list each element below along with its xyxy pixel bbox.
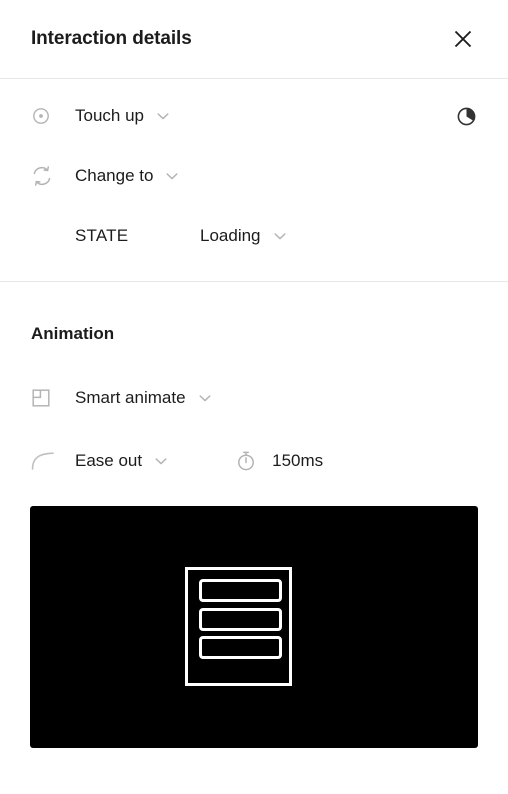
page-title: Interaction details (31, 28, 192, 49)
animation-type-dropdown[interactable]: Smart animate (61, 388, 213, 408)
destination-state-row: STATE Loading (31, 207, 477, 265)
wireframe-bar (199, 636, 282, 659)
chevron-down-icon (153, 453, 169, 469)
panel-header: Interaction details (0, 0, 508, 79)
animation-block: Animation Smart animate Ease out 150ms (0, 282, 508, 492)
state-label: STATE (75, 226, 129, 245)
trigger-label: Touch up (75, 106, 144, 125)
easing-label: Ease out (75, 451, 143, 470)
action-label: Change to (75, 166, 154, 185)
swap-cycle-icon (31, 165, 61, 187)
duration-field[interactable]: 150ms (235, 450, 323, 472)
animation-preview[interactable] (30, 506, 478, 748)
ease-curve-icon (31, 452, 61, 470)
interaction-block: Touch up Change to STATE Loading (0, 79, 508, 282)
wireframe-frame (185, 567, 292, 686)
animation-heading: Animation (31, 324, 115, 343)
interaction-details-panel: Interaction details Touch up Change to S… (0, 0, 508, 794)
easing-row: Ease out 150ms (31, 430, 477, 492)
action-dropdown[interactable]: Change to (61, 166, 180, 186)
trigger-dropdown[interactable]: Touch up (61, 106, 171, 126)
state-dropdown[interactable]: Loading (200, 226, 288, 246)
animation-type-label: Smart animate (75, 388, 186, 407)
tap-circle-icon (31, 106, 61, 126)
state-value: Loading (200, 226, 261, 245)
preview-section (0, 492, 508, 748)
close-icon[interactable] (446, 22, 480, 56)
duration-value: 150ms (272, 451, 324, 470)
wireframe-bar (199, 608, 282, 631)
animation-type-row: Smart animate (31, 366, 477, 430)
pie-timer-icon[interactable] (456, 106, 477, 127)
smart-animate-icon (31, 388, 61, 408)
chevron-down-icon (164, 168, 180, 184)
action-row: Change to (31, 145, 477, 207)
easing-dropdown[interactable]: Ease out (61, 451, 169, 471)
wireframe-bar (199, 579, 282, 602)
stopwatch-icon (235, 450, 257, 472)
chevron-down-icon (197, 390, 213, 406)
chevron-down-icon (155, 108, 171, 124)
chevron-down-icon (272, 228, 288, 244)
trigger-row: Touch up (31, 79, 477, 145)
